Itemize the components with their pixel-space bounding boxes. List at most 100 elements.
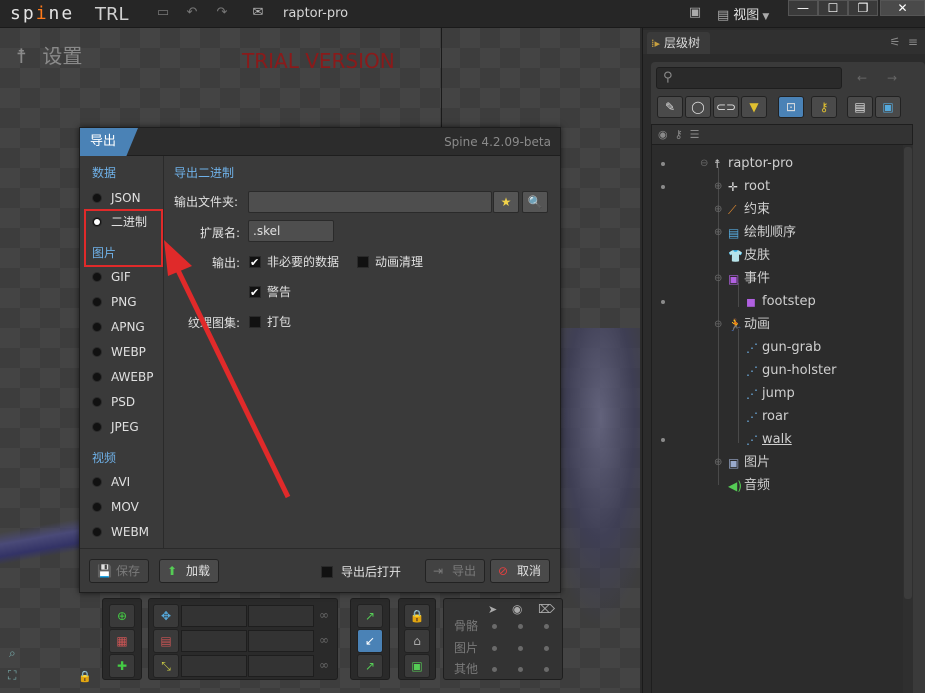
vis-toggle[interactable] bbox=[492, 646, 497, 651]
filter-select-icon[interactable]: ⊡ bbox=[778, 96, 804, 118]
tab-hierarchy[interactable]: ⁞▸ 层级树 bbox=[647, 32, 711, 54]
close-button[interactable]: ✕ bbox=[880, 0, 925, 16]
tree-item-jump[interactable]: ⋰ jump bbox=[652, 383, 902, 405]
forward-arrow-icon[interactable]: → bbox=[881, 67, 903, 89]
radio-button[interactable] bbox=[92, 422, 102, 432]
link-icon-3[interactable]: ∞ bbox=[319, 658, 329, 672]
scale-field-2[interactable] bbox=[248, 655, 314, 677]
image-compensate-icon[interactable]: ⌂ bbox=[404, 629, 430, 653]
translate-field-2[interactable] bbox=[248, 630, 314, 652]
lock-icon[interactable]: 🔒 bbox=[78, 670, 92, 683]
zoom-icon[interactable]: ⌕ bbox=[9, 646, 16, 661]
radio-button[interactable] bbox=[92, 372, 102, 382]
visibility-dot[interactable] bbox=[661, 162, 665, 166]
parent-axis-icon[interactable]: ↙ bbox=[357, 629, 383, 653]
expand-icon[interactable]: ⊕ bbox=[714, 222, 722, 244]
checkbox[interactable] bbox=[357, 256, 369, 268]
scale-tool-icon[interactable]: ⤡ bbox=[153, 654, 179, 678]
checkbox[interactable] bbox=[249, 284, 261, 302]
tree-item-footstep[interactable]: ◼ footstep bbox=[652, 291, 902, 313]
visibility-dot[interactable] bbox=[661, 185, 665, 189]
minimize-button[interactable]: — bbox=[788, 0, 818, 16]
expand-icon[interactable]: ⊖ bbox=[700, 153, 708, 175]
radio-button[interactable] bbox=[92, 347, 102, 357]
cancel-button[interactable]: ⊘ 取消 bbox=[490, 559, 551, 583]
fit-icon[interactable]: ⛶ bbox=[8, 668, 16, 683]
tree-item-walk[interactable]: ⋰ walk bbox=[652, 429, 902, 451]
filter-key-icon[interactable]: ⚷ bbox=[811, 96, 837, 118]
checkbox[interactable] bbox=[249, 316, 261, 328]
tree-item-events[interactable]: ⊖ ▣ 事件 bbox=[652, 268, 902, 290]
visibility-dot[interactable] bbox=[661, 438, 665, 442]
tree-item-gun-holster[interactable]: ⋰ gun-holster bbox=[652, 360, 902, 382]
filter-link-icon[interactable]: ⊂⊃ bbox=[713, 96, 739, 118]
expand-icon[interactable]: ⊕ bbox=[714, 452, 722, 474]
view-menu[interactable]: ▤ 视图 ▼ bbox=[717, 4, 769, 23]
tree-item-animations[interactable]: ⊖ 🏃 动画 bbox=[652, 314, 902, 336]
vis-toggle[interactable] bbox=[544, 646, 549, 651]
star-icon[interactable]: ★ bbox=[493, 191, 519, 213]
tree-item-draw-order[interactable]: ⊕ ▤ 绘制顺序 bbox=[652, 222, 902, 244]
tree-scrollbar-thumb[interactable] bbox=[904, 147, 912, 599]
tree-item-root[interactable]: ⊕ ✛ root bbox=[652, 176, 902, 198]
link-icon[interactable]: ∞ bbox=[319, 608, 329, 622]
vis-toggle[interactable] bbox=[492, 624, 497, 629]
tree-item-constraints[interactable]: ⊕ ⟋ 约束 bbox=[652, 199, 902, 221]
weights-tool-icon[interactable]: ▦ bbox=[109, 629, 135, 653]
radio-button[interactable] bbox=[92, 297, 102, 307]
export-button[interactable]: ⇥ 导出 bbox=[425, 559, 486, 583]
link-icon-2[interactable]: ∞ bbox=[319, 633, 329, 647]
translate-field[interactable] bbox=[181, 630, 247, 652]
vis-toggle[interactable] bbox=[544, 624, 549, 629]
folder-icon[interactable]: ▭ bbox=[155, 6, 171, 20]
tree-item-images[interactable]: ⊕ ▣ 图片 bbox=[652, 452, 902, 474]
collapse-icon[interactable]: ⊖ bbox=[714, 314, 722, 336]
scale-field[interactable] bbox=[181, 655, 247, 677]
tree-item-roar[interactable]: ⋰ roar bbox=[652, 406, 902, 428]
panel-menu-icons[interactable]: ⚟ ≡ bbox=[890, 35, 918, 49]
rotate-field[interactable] bbox=[181, 605, 247, 627]
expand-icon[interactable]: ⊕ bbox=[714, 199, 722, 221]
back-arrow-icon[interactable]: ← bbox=[851, 67, 873, 89]
bone-compensate-icon[interactable]: 🔒 bbox=[404, 604, 430, 628]
filter-expand-icon[interactable]: ▣ bbox=[875, 96, 901, 118]
maximize-button[interactable]: ☐ bbox=[818, 0, 848, 16]
vis-toggle[interactable] bbox=[518, 667, 523, 672]
load-button[interactable]: ⬆ 加载 bbox=[159, 559, 220, 583]
tree-item-gun-grab[interactable]: ⋰ gun-grab bbox=[652, 337, 902, 359]
radio-button[interactable] bbox=[92, 397, 102, 407]
list-column-icon[interactable]: ☰ bbox=[690, 128, 700, 141]
translate-tool-icon[interactable]: ▤ bbox=[153, 629, 179, 653]
rotate-tool-icon[interactable]: ✥ bbox=[153, 604, 179, 628]
filter-collapse-icon[interactable]: ▤ bbox=[847, 96, 873, 118]
restore-button[interactable]: ❐ bbox=[848, 0, 878, 16]
checkbox[interactable] bbox=[321, 566, 333, 578]
checkbox[interactable] bbox=[249, 254, 261, 272]
settings-button[interactable]: ☨ 设置 bbox=[16, 40, 82, 69]
vis-toggle[interactable] bbox=[492, 667, 497, 672]
radio-button[interactable] bbox=[92, 322, 102, 332]
local-axis-icon[interactable]: ↗ bbox=[357, 604, 383, 628]
world-axis-icon[interactable]: ↗ bbox=[357, 654, 383, 678]
vis-toggle[interactable] bbox=[544, 667, 549, 672]
snap-icon[interactable]: ▣ bbox=[404, 654, 430, 678]
filter-funnel-icon[interactable]: ▼ bbox=[741, 96, 767, 118]
search-input[interactable]: ⚲ bbox=[656, 67, 842, 89]
create-tool-icon[interactable]: ✚ bbox=[109, 654, 135, 678]
filter-circle-icon[interactable]: ◯ bbox=[685, 96, 711, 118]
key-column-icon[interactable]: ⚷ bbox=[675, 128, 683, 141]
radio-button[interactable] bbox=[92, 272, 102, 282]
radio-button[interactable] bbox=[92, 527, 102, 537]
filter-brush-icon[interactable]: ✎ bbox=[657, 96, 683, 118]
vis-toggle[interactable] bbox=[518, 624, 523, 629]
browse-folder-icon[interactable]: 🔍 bbox=[522, 191, 548, 213]
screen-icon[interactable]: ▣ bbox=[687, 6, 703, 20]
radio-button[interactable] bbox=[92, 502, 102, 512]
vis-toggle[interactable] bbox=[518, 646, 523, 651]
eye-column-icon[interactable]: ◉ bbox=[658, 128, 668, 141]
undo-icon[interactable]: ↶ bbox=[184, 6, 200, 20]
save-button[interactable]: 💾 保存 bbox=[89, 559, 150, 583]
expand-icon[interactable]: ⊕ bbox=[714, 176, 722, 198]
radio-button[interactable] bbox=[92, 477, 102, 487]
mail-icon[interactable]: ✉ bbox=[250, 6, 266, 20]
